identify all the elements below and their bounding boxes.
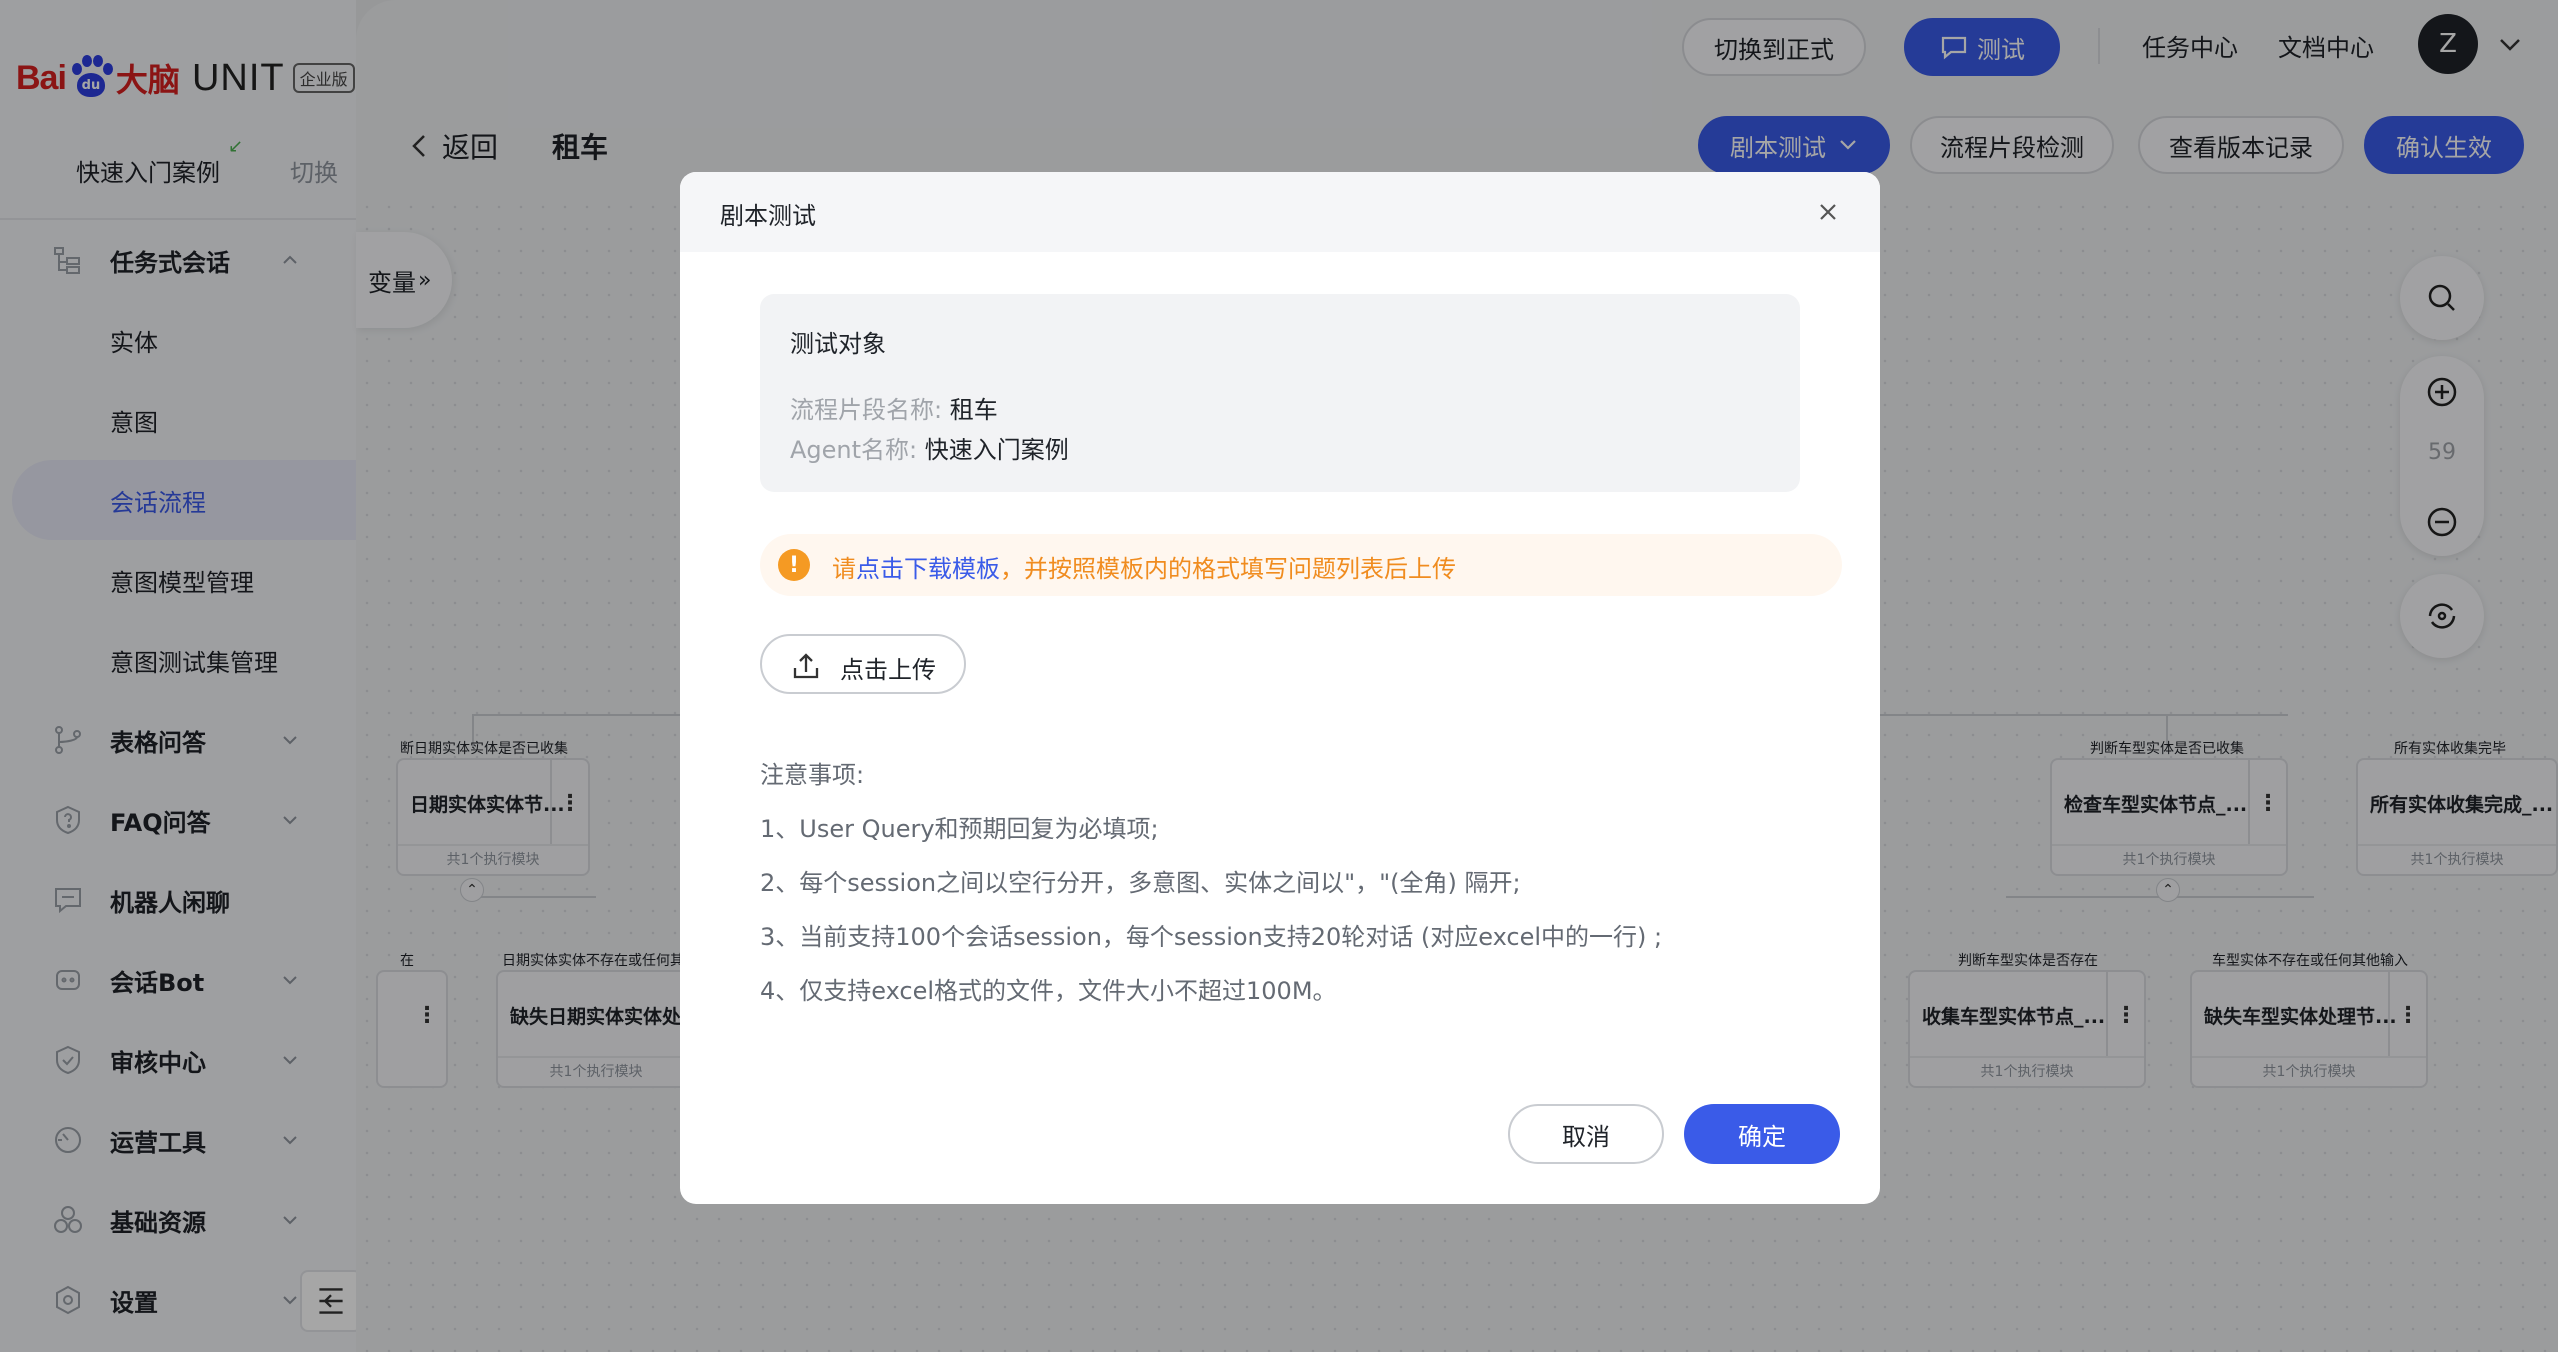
notes-heading: 注意事项: (760, 761, 865, 789)
cancel-button[interactable]: 取消 (1508, 1104, 1664, 1164)
test-target-box: 测试对象 流程片段名称: 租车 Agent名称: 快速入门案例 (760, 294, 1800, 492)
segment-name-row: 流程片段名称: 租车 (790, 390, 998, 425)
upload-icon (793, 653, 819, 679)
note-item: 2、每个session之间以空行分开，多意图、实体之间以"，"(全角) 隔开; (760, 869, 1521, 897)
segment-name-value: 租车 (949, 396, 998, 424)
note-item: 3、当前支持100个会话session，每个session支持20轮对话 (对应… (760, 923, 1663, 951)
upload-button[interactable]: 点击上传 (760, 634, 966, 694)
warning-icon: ! (778, 549, 810, 581)
agent-name-key: Agent名称: (790, 436, 918, 464)
segment-name-key: 流程片段名称: (790, 396, 943, 424)
dialog-header: 剧本测试 (680, 172, 1880, 252)
upload-label: 点击上传 (840, 656, 936, 684)
note-item: 1、User Query和预期回复为必填项; (760, 815, 1159, 843)
upload-hint: ! 请点击下载模板，并按照模板内的格式填写问题列表后上传 (760, 534, 1842, 596)
confirm-button[interactable]: 确定 (1684, 1104, 1840, 1164)
hint-prefix: 请 (832, 555, 856, 583)
hint-suffix: ，并按照模板内的格式填写问题列表后上传 (1000, 555, 1456, 583)
agent-name-value: 快速入门案例 (924, 436, 1069, 464)
notes-list: 注意事项: 1、User Query和预期回复为必填项; 2、每个session… (760, 748, 1820, 1018)
agent-name-row: Agent名称: 快速入门案例 (790, 430, 1069, 465)
close-icon[interactable] (1814, 198, 1842, 226)
note-item: 4、仅支持excel格式的文件，文件大小不超过100M。 (760, 977, 1337, 1005)
test-target-title: 测试对象 (790, 330, 886, 358)
dialog-title: 剧本测试 (720, 202, 816, 230)
download-template-link[interactable]: 点击下载模板 (856, 555, 1000, 583)
upload-hint-text: 请点击下载模板，并按照模板内的格式填写问题列表后上传 (832, 549, 1456, 584)
script-test-dialog: 剧本测试 测试对象 流程片段名称: 租车 Agent名称: 快速入门案例 ! 请… (680, 172, 1880, 1204)
